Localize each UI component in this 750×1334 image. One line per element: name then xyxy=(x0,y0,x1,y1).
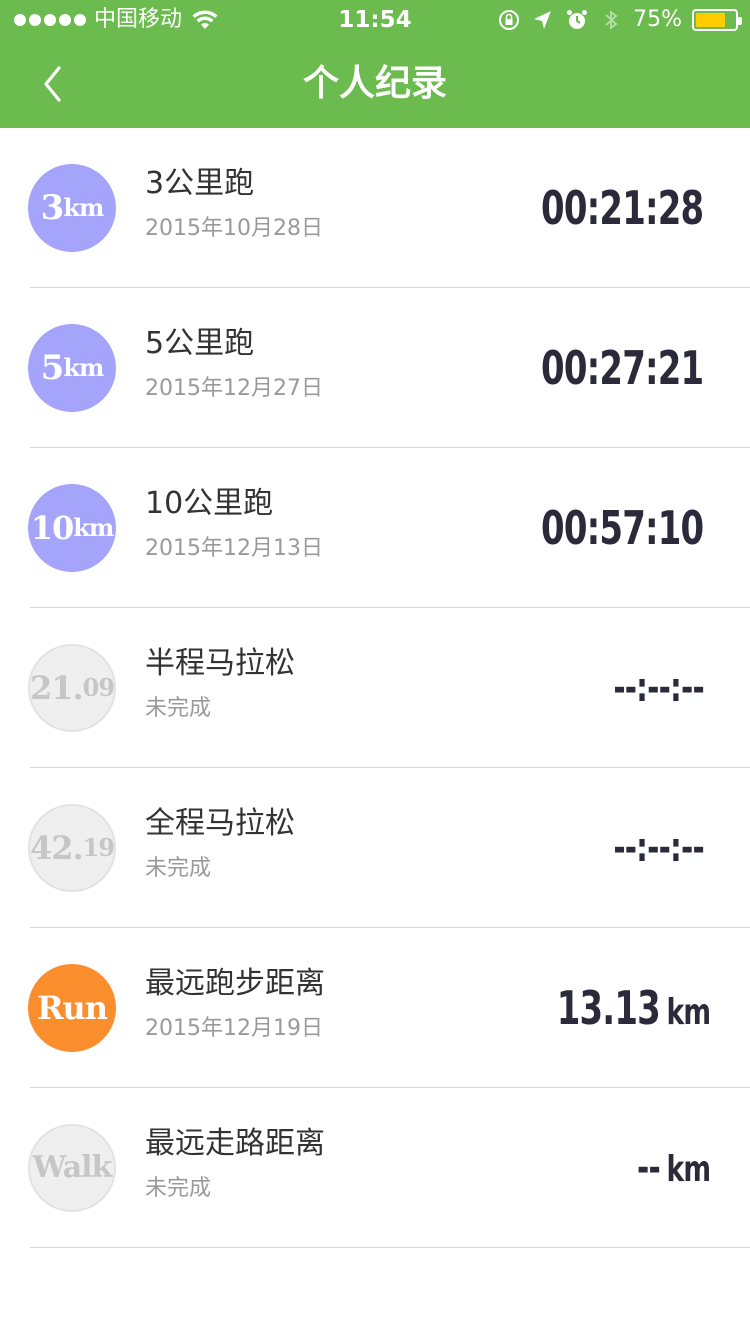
badge-main-text: Walk xyxy=(32,1150,113,1185)
record-value-number: -- xyxy=(636,1145,661,1191)
record-value-number: 13.13 xyxy=(556,981,660,1035)
row-divider xyxy=(30,1247,750,1248)
record-date: 2015年12月27日 xyxy=(145,376,323,401)
record-row[interactable]: 42. 19 全程马拉松 未完成 --:--:-- xyxy=(0,768,750,928)
record-value-number: --:--:-- xyxy=(612,665,704,711)
record-value-number: 00:21:28 xyxy=(541,181,704,235)
record-badge-icon: 42. 19 xyxy=(28,804,116,892)
record-title: 5公里跑 xyxy=(145,326,255,361)
record-value-number: 00:27:21 xyxy=(541,341,704,395)
record-row[interactable]: 3 km 3公里跑 2015年10月28日 00:21:28 xyxy=(0,128,750,288)
record-value: 00:57:10 xyxy=(541,498,710,563)
badge-sub-text: 19 xyxy=(82,833,115,862)
record-date: 未完成 xyxy=(145,696,212,721)
record-title: 最远走路距离 xyxy=(145,1126,325,1161)
record-row[interactable]: 21. 09 半程马拉松 未完成 --:--:-- xyxy=(0,608,750,768)
location-arrow-icon xyxy=(534,11,552,29)
record-title: 最远跑步距离 xyxy=(145,966,325,1001)
page-title: 个人纪录 xyxy=(302,63,447,104)
badge-sub-text: km xyxy=(63,353,104,382)
rotation-lock-icon xyxy=(499,10,520,30)
battery-icon xyxy=(692,9,742,31)
badge-main-text: 3 xyxy=(40,188,65,228)
badge-sub-text: 09 xyxy=(82,673,115,702)
record-value: 13.13 km xyxy=(556,978,710,1043)
record-value: 00:21:28 xyxy=(541,178,710,243)
status-bar-right: 75% xyxy=(497,6,742,34)
record-row[interactable]: Walk 最远走路距离 未完成 -- km xyxy=(0,1088,750,1248)
badge-main-text: Run xyxy=(36,989,108,1027)
navigation-bar: 个人纪录 xyxy=(0,40,750,128)
records-list: 3 km 3公里跑 2015年10月28日 00:21:28 5 km 5公里跑… xyxy=(0,128,750,1248)
record-badge-icon: 5 km xyxy=(28,324,116,412)
bluetooth-icon xyxy=(605,10,618,30)
record-badge-icon: Run xyxy=(28,964,116,1052)
record-badge-icon: 3 km xyxy=(28,164,116,252)
record-value-number: --:--:-- xyxy=(612,825,704,871)
record-badge-icon: 10 km xyxy=(28,484,116,572)
record-title: 半程马拉松 xyxy=(145,646,295,681)
record-row[interactable]: 5 km 5公里跑 2015年12月27日 00:27:21 xyxy=(0,288,750,448)
record-row[interactable]: 10 km 10公里跑 2015年12月13日 00:57:10 xyxy=(0,448,750,608)
record-value: --:--:-- xyxy=(613,818,710,880)
record-value: --:--:-- xyxy=(613,658,710,720)
app-header: 中国移动 11:54 75% 个人纪录 xyxy=(0,0,750,128)
record-badge-icon: Walk xyxy=(28,1124,116,1212)
record-date: 未完成 xyxy=(145,1176,212,1201)
alarm-icon xyxy=(567,10,588,29)
record-row[interactable]: Run 最远跑步距离 2015年12月19日 13.13 km xyxy=(0,928,750,1088)
record-value-unit: km xyxy=(666,1149,711,1190)
battery-level-fill xyxy=(696,13,725,27)
badge-main-text: 42. xyxy=(29,829,84,867)
battery-percentage: 75% xyxy=(633,7,682,32)
record-title: 3公里跑 xyxy=(145,166,255,201)
record-value-number: 00:57:10 xyxy=(541,501,704,555)
badge-sub-text: km xyxy=(63,193,104,222)
record-date: 2015年12月19日 xyxy=(145,1016,323,1041)
record-value-unit: km xyxy=(666,992,711,1033)
record-value: -- km xyxy=(636,1138,711,1200)
badge-sub-text: km xyxy=(73,513,114,542)
status-bar: 中国移动 11:54 75% xyxy=(0,0,750,40)
badge-main-text: 21. xyxy=(29,669,84,707)
record-title: 全程马拉松 xyxy=(145,806,295,841)
record-badge-icon: 21. 09 xyxy=(28,644,116,732)
record-title: 10公里跑 xyxy=(145,486,274,521)
record-date: 2015年12月13日 xyxy=(145,536,323,561)
record-date: 未完成 xyxy=(145,856,212,881)
record-date: 2015年10月28日 xyxy=(145,216,323,241)
badge-main-text: 10 xyxy=(30,509,75,547)
record-value: 00:27:21 xyxy=(541,338,710,403)
badge-main-text: 5 xyxy=(40,348,65,388)
